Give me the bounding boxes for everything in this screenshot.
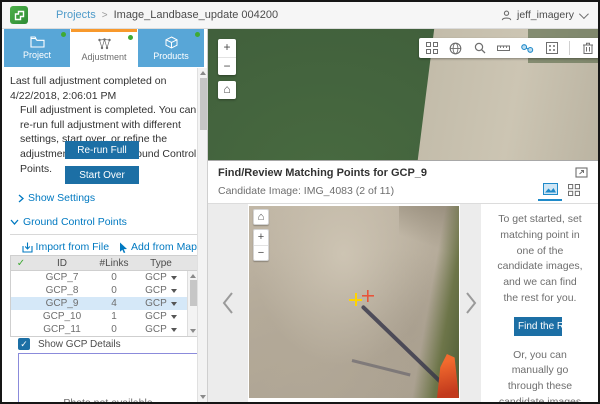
zoom-in-button[interactable]: + (218, 39, 236, 57)
type-dropdown-icon[interactable] (171, 328, 177, 332)
breadcrumb-separator: > (102, 10, 108, 21)
tab-label: Products (153, 51, 189, 61)
show-gcp-details-label: Show GCP Details (38, 339, 121, 350)
find-the-rest-button[interactable]: Find the Rest (514, 317, 562, 336)
gcp-table: ✓ ID #Links Type GCP_70GCP GCP_80GCP GCP… (10, 255, 198, 337)
image-collection-icon[interactable] (545, 42, 558, 55)
instruction-manual-text: Or, you can manually go through these ca… (494, 348, 586, 404)
section-divider (10, 234, 198, 235)
matching-point-yellow-cross[interactable] (349, 293, 362, 306)
matching-point-orange-cross[interactable] (362, 290, 374, 302)
gcp-row[interactable]: GCP_101GCP (11, 310, 187, 323)
show-gcp-details-checkbox[interactable]: ✓ (18, 338, 30, 350)
find-review-title: Find/Review Matching Points for GCP_9 (218, 167, 427, 179)
user-icon (501, 10, 512, 21)
gcp-row-selected[interactable]: GCP_94GCP (11, 297, 187, 310)
scroll-up-icon[interactable] (200, 71, 206, 75)
home-extent-button[interactable]: ⌂ (218, 81, 236, 99)
gcp-table-header: ✓ ID #Links Type (11, 256, 197, 271)
measure-icon[interactable] (497, 42, 510, 55)
tab-project[interactable]: Project (4, 29, 70, 67)
gcp-links-icon[interactable] (521, 42, 534, 55)
cube-icon (165, 36, 178, 49)
zoom-out-button[interactable]: − (218, 57, 236, 75)
find-review-panel: Find/Review Matching Points for GCP_9 Ca… (208, 160, 598, 402)
scroll-down-icon[interactable] (200, 395, 206, 399)
start-over-button[interactable]: Start Over (65, 166, 139, 184)
thumbnails-grid-icon[interactable] (425, 42, 438, 55)
scroll-up-icon[interactable] (190, 274, 196, 278)
app-window: Projects > Image_Landbase_update 004200 … (0, 0, 600, 404)
gcp-row[interactable]: GCP_70GCP (11, 271, 187, 284)
image-pole-shadow-2 (352, 359, 411, 376)
top-bar: Projects > Image_Landbase_update 004200 … (2, 2, 598, 29)
breadcrumb-projects-link[interactable]: Projects (56, 9, 96, 21)
gcp-row[interactable]: GCP_80GCP (11, 284, 187, 297)
instructions-column: To get started, set matching point in on… (482, 204, 594, 402)
image-zoom-in-button[interactable]: + (254, 230, 268, 245)
tab-label: Adjustment (81, 52, 126, 62)
user-menu[interactable]: jeff_imagery (501, 9, 586, 21)
tab-adjustment[interactable]: Adjustment (71, 29, 137, 67)
tab-products[interactable]: Products (138, 29, 204, 67)
cursor-icon (119, 242, 128, 253)
panel-scrollbar[interactable] (197, 68, 207, 402)
adjustment-icon (97, 38, 112, 50)
image-zoom-out-button[interactable]: − (254, 245, 268, 260)
instruction-start-text: To get started, set matching point in on… (496, 212, 584, 307)
panel-tabs: Project Adjustment Products (4, 29, 205, 67)
type-dropdown-icon[interactable] (171, 302, 177, 306)
scroll-down-icon[interactable] (190, 329, 196, 333)
gcp-photo-placeholder: Photo not available (18, 353, 198, 404)
grid-view-toggle[interactable] (562, 179, 586, 201)
type-dropdown-icon[interactable] (171, 315, 177, 319)
status-dot-icon (128, 35, 133, 40)
import-icon (22, 242, 33, 253)
candidate-image-viewer: ⌂ + − To get started, set matching point… (208, 204, 598, 402)
tab-label: Project (23, 50, 51, 60)
single-image-view-toggle[interactable] (538, 179, 562, 201)
app-logo-icon (10, 6, 28, 24)
gcp-row[interactable]: GCP_110GCP (11, 323, 187, 336)
chevron-down-icon (10, 219, 19, 225)
map-zoom-control: + − (218, 39, 236, 75)
folder-icon (30, 36, 45, 48)
project-title: Image_Landbase_update 004200 (114, 9, 279, 21)
image-zoom-control: + − (253, 229, 269, 261)
image-home-button[interactable]: ⌂ (254, 210, 268, 225)
basemap-icon[interactable] (449, 42, 462, 55)
chevron-down-icon (579, 9, 589, 19)
add-from-map-link[interactable]: Add from Map (119, 241, 197, 253)
scrollbar-thumb[interactable] (200, 78, 207, 130)
import-from-file-link[interactable]: Import from File (22, 241, 110, 253)
adjustment-panel: Project Adjustment Products Last full ad… (2, 29, 208, 402)
status-dot-icon (61, 32, 66, 37)
show-settings-link[interactable]: Show Settings (18, 192, 95, 204)
view-toggles (538, 179, 586, 201)
next-image-button[interactable] (460, 204, 481, 402)
table-scrollbar[interactable] (187, 271, 197, 336)
check-column-icon: ✓ (11, 256, 31, 270)
adjustment-status-text: Last full adjustment completed on 4/22/2… (10, 74, 200, 103)
candidate-image-label: Candidate Image: IMG_4083 (2 of 11) (218, 185, 394, 197)
gcp-section-toggle[interactable]: Ground Control Points (10, 216, 127, 228)
rerun-full-button[interactable]: Re-run Full (65, 141, 139, 159)
user-name: jeff_imagery (517, 9, 574, 21)
search-icon[interactable] (473, 42, 486, 55)
map-toolbar (419, 38, 598, 58)
chevron-left-icon (222, 291, 234, 315)
scrollbar-thumb[interactable] (190, 280, 197, 306)
type-dropdown-icon[interactable] (171, 289, 177, 293)
candidate-image[interactable]: ⌂ + − (249, 206, 459, 398)
delete-icon[interactable] (581, 42, 594, 55)
status-dot-icon (195, 32, 200, 37)
chevron-right-icon (465, 291, 477, 315)
toolbar-separator (569, 41, 570, 55)
previous-image-button[interactable] (208, 204, 248, 402)
dock-panel-icon[interactable] (575, 166, 588, 178)
type-dropdown-icon[interactable] (171, 276, 177, 280)
chevron-right-icon (18, 194, 24, 203)
